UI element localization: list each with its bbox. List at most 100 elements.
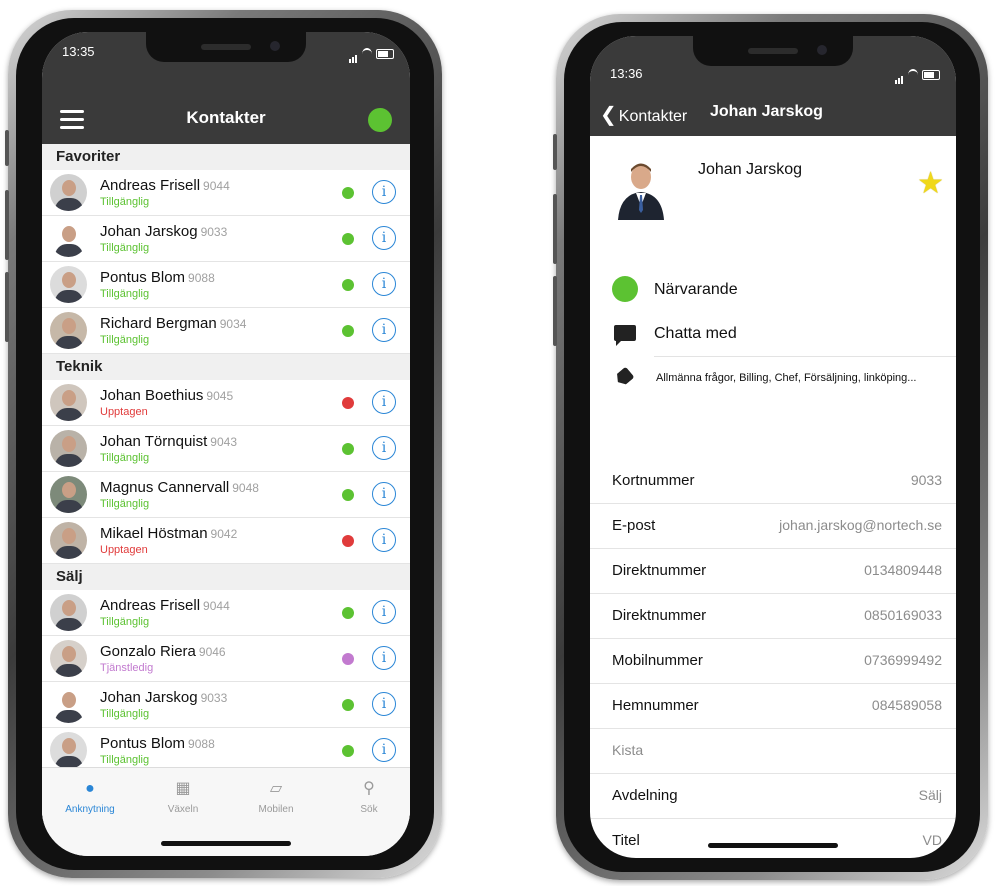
status-icons <box>349 45 394 63</box>
contact-extension: 9033 <box>200 691 228 705</box>
contact-name-text: Johan Törnquist <box>100 433 208 450</box>
tab-switchboard[interactable]: ▦ Växeln <box>143 778 223 815</box>
contact-state: Tillgänglig <box>100 498 150 510</box>
contact-avatar <box>50 686 87 723</box>
info-icon[interactable]: i <box>372 646 396 670</box>
contact-name: Richard Bergman9034 <box>100 315 246 332</box>
tab-mobile[interactable]: ▱ Mobilen <box>236 778 316 815</box>
contact-name: Johan Jarskog 9033 <box>100 689 227 706</box>
detail-row[interactable]: Kortnummer 9033 <box>590 458 956 504</box>
detail-key: Direktnummer <box>612 562 707 579</box>
back-button[interactable]: ❮ Kontakter <box>600 102 687 127</box>
right-phone-frame: 13:36 ❮ Kontakter Johan Jarskog Johan Ja… <box>553 14 988 880</box>
favorite-star-icon[interactable]: ★ <box>917 166 944 201</box>
contact-name: Andreas Frisell 9044 <box>100 177 230 194</box>
battery-icon <box>376 49 394 59</box>
detail-row[interactable]: Direktnummer 0134809448 <box>590 548 956 594</box>
contact-name-text: Andreas Frisell <box>100 177 201 194</box>
contact-extension: 9045 <box>206 389 234 403</box>
info-icon[interactable]: i <box>372 528 396 552</box>
contact-row[interactable]: Andreas Frisell 9044 Tillgänglig i <box>42 590 410 636</box>
contact-extension: 9043 <box>210 435 237 449</box>
tab-label: Växeln <box>167 804 199 815</box>
contact-extension: 9088 <box>188 271 215 285</box>
contact-state: Tillgänglig <box>100 288 150 300</box>
contact-row[interactable]: Magnus Cannervall 9048 Tillgänglig i <box>42 472 410 518</box>
info-icon[interactable]: i <box>372 272 396 296</box>
detail-row[interactable]: Mobilnummer 0736999492 <box>590 638 956 684</box>
status-dot <box>342 489 354 501</box>
contact-row[interactable]: Andreas Frisell 9044 Tillgänglig i <box>42 170 410 216</box>
left-phone-frame: 13:35 Kontakter Favoriter Andreas Frisell… <box>5 10 442 878</box>
contact-name: Pontus Blom 9088 <box>100 269 215 286</box>
contact-row[interactable]: Johan Jarskog 9033 Tillgänglig i <box>42 216 410 262</box>
tab-search[interactable]: ⚲ Sök <box>329 778 409 815</box>
contact-avatar <box>50 640 87 677</box>
signal-icon <box>349 45 358 63</box>
tab-person[interactable]: ● Anknytning <box>50 778 130 815</box>
mobile-icon: ▱ <box>269 780 283 797</box>
detail-row[interactable]: Hemnummer 084589058 <box>590 683 956 729</box>
contact-name: Andreas Frisell 9044 <box>100 597 230 614</box>
tab-label: Mobilen <box>258 804 294 815</box>
detail-row[interactable]: Titel VD <box>590 818 956 858</box>
contact-row[interactable]: Johan Törnquist 9043 Tillgänglig i <box>42 426 410 472</box>
page-title: Kontakter <box>186 108 266 127</box>
contact-row[interactable]: Johan Jarskog 9033 Tillgänglig i <box>42 682 410 728</box>
status-dot <box>342 233 354 245</box>
contact-row[interactable]: Johan Boethius 9045 Upptagen i <box>42 380 410 426</box>
status-dot <box>342 699 354 711</box>
info-icon[interactable]: i <box>372 226 396 250</box>
switchboard-icon: ▦ <box>175 780 191 797</box>
info-icon[interactable]: i <box>372 738 396 762</box>
page-title: Johan Jarskog <box>710 103 823 120</box>
battery-icon <box>922 70 940 80</box>
contact-detail-screen: 13:36 ❮ Kontakter Johan Jarskog Johan Ja… <box>590 36 956 858</box>
presence-dot[interactable] <box>612 276 638 302</box>
status-dot <box>342 397 354 409</box>
detail-row[interactable]: Avdelning Sälj <box>590 773 956 819</box>
status-dot <box>342 279 354 291</box>
tag-icon <box>613 366 634 387</box>
presence-status-button[interactable] <box>368 108 392 132</box>
detail-value: 9033 <box>910 472 942 488</box>
contact-row[interactable]: Pontus Blom 9088 Tillgänglig i <box>42 262 410 308</box>
info-icon[interactable]: i <box>372 436 396 460</box>
contact-row[interactable]: Gonzalo Riera 9046 Tjänstledig i <box>42 636 410 682</box>
info-icon[interactable]: i <box>372 318 396 342</box>
detail-row[interactable]: Direktnummer 0850169033 <box>590 593 956 639</box>
contact-avatar <box>50 312 87 349</box>
info-icon[interactable]: i <box>372 390 396 414</box>
tags-label[interactable]: Allmänna frågor, Billing, Chef, Försäljn… <box>656 372 916 384</box>
contact-row[interactable]: Mikael Höstman 9042 Upptagen i <box>42 518 410 564</box>
info-icon[interactable]: i <box>372 600 396 624</box>
contact-extension: 9044 <box>203 599 230 613</box>
chat-label[interactable]: Chatta med <box>654 325 737 343</box>
contact-row[interactable]: Richard Bergman9034 Tillgänglig i <box>42 308 410 354</box>
contact-state: Upptagen <box>100 544 148 556</box>
status-dot <box>342 607 354 619</box>
presence-label[interactable]: Närvarande <box>654 281 738 299</box>
contact-extension: 9042 <box>210 527 238 541</box>
info-icon[interactable]: i <box>372 482 396 506</box>
contact-extension: 9048 <box>232 481 259 495</box>
profile-avatar <box>612 158 670 220</box>
detail-row[interactable]: Kista <box>590 728 956 774</box>
contact-avatar <box>50 594 87 631</box>
contact-name-text: Richard Bergman <box>100 315 217 332</box>
divider <box>654 356 956 357</box>
tab-label: Sök <box>360 804 378 815</box>
contact-avatar <box>50 384 87 421</box>
detail-key: Hemnummer <box>612 697 699 714</box>
contact-name-text: Mikael Höstman <box>100 525 208 542</box>
chat-icon[interactable] <box>614 325 636 346</box>
info-icon[interactable]: i <box>372 180 396 204</box>
contact-state: Tillgänglig <box>100 616 150 628</box>
detail-row[interactable]: E-post johan.jarskog@nortech.se <box>590 503 956 549</box>
contact-name: Magnus Cannervall 9048 <box>100 479 259 496</box>
contact-state: Upptagen <box>100 406 148 418</box>
info-icon[interactable]: i <box>372 692 396 716</box>
detail-key: Mobilnummer <box>612 652 703 669</box>
detail-value: VD <box>922 832 942 848</box>
detail-key: E-post <box>612 517 656 534</box>
